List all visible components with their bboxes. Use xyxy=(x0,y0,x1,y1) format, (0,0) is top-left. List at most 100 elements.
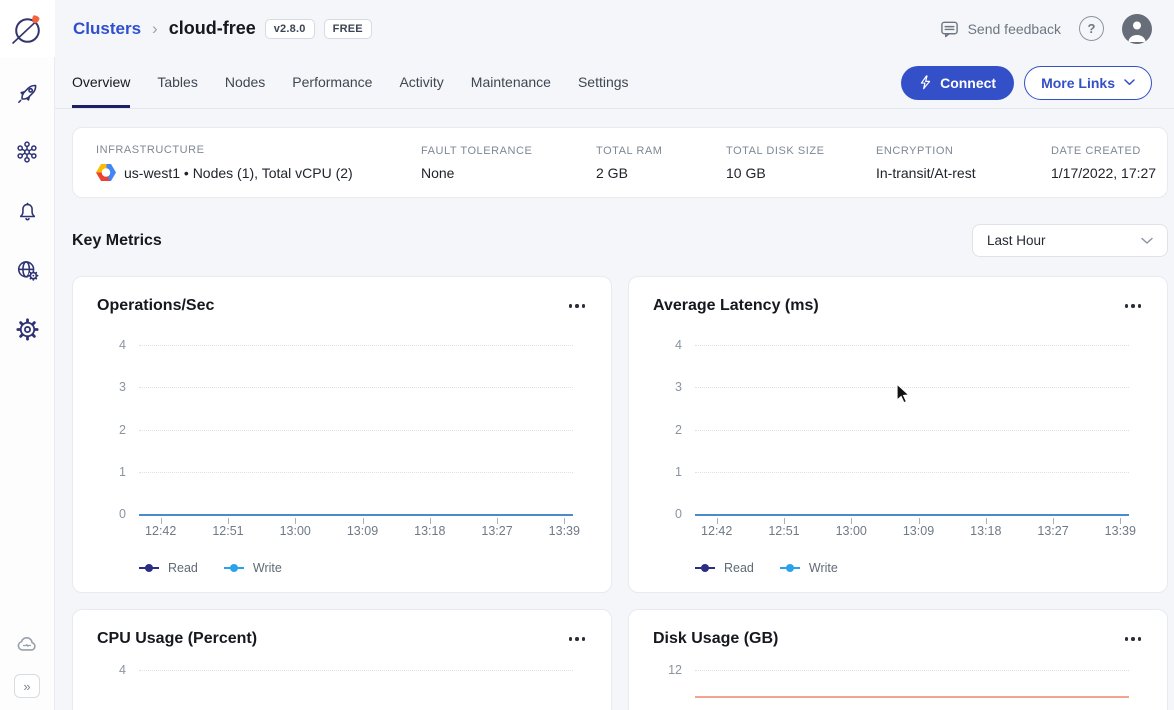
x-tick-label: 12:42 xyxy=(145,524,176,538)
sidebar-footer: » xyxy=(13,630,41,698)
info-label: ENCRYPTION xyxy=(876,145,1051,157)
info-value: In-transit/At-rest xyxy=(876,165,1051,181)
info-fault-tolerance: FAULT TOLERANCE None xyxy=(421,145,596,181)
gcp-logo-icon xyxy=(96,164,116,181)
info-value: 10 GB xyxy=(726,165,876,181)
read-series-marker xyxy=(139,567,159,569)
expand-sidebar-button[interactable]: » xyxy=(14,674,40,698)
y-tick: 1 xyxy=(675,465,682,479)
chart-title: CPU Usage (Percent) xyxy=(97,630,257,648)
avatar-button[interactable] xyxy=(1122,14,1152,44)
chart-card-operations: Operations/Sec 4 3 2 1 0 12:42 12:51 13:… xyxy=(72,276,612,593)
time-range-value: Last Hour xyxy=(987,233,1046,248)
info-label: FAULT TOLERANCE xyxy=(421,145,596,157)
info-date-created: DATE CREATED 1/17/2022, 17:27 xyxy=(1051,145,1156,181)
legend-label: Read xyxy=(168,561,198,575)
chart-card-disk: Disk Usage (GB) 12 xyxy=(628,609,1168,710)
planet-logo-icon xyxy=(9,11,45,47)
y-tick: 4 xyxy=(675,338,682,352)
legend-item-write[interactable]: Write xyxy=(780,561,838,575)
x-tick-label: 13:27 xyxy=(1037,524,1068,538)
info-label: TOTAL DISK SIZE xyxy=(726,145,876,157)
chart-plot: 4 xyxy=(139,670,573,710)
info-total-ram: TOTAL RAM 2 GB xyxy=(596,145,726,181)
tab-nodes[interactable]: Nodes xyxy=(225,57,265,108)
info-total-disk: TOTAL DISK SIZE 10 GB xyxy=(726,145,876,181)
x-axis-line xyxy=(695,514,1129,516)
chart-plot: 4 3 2 1 0 xyxy=(139,345,573,514)
sidebar-item-global-config[interactable] xyxy=(13,256,41,284)
info-encryption: ENCRYPTION In-transit/At-rest xyxy=(876,145,1051,181)
write-series-marker xyxy=(780,567,800,569)
info-value: None xyxy=(421,165,596,181)
legend-item-write[interactable]: Write xyxy=(224,561,282,575)
send-feedback-label: Send feedback xyxy=(968,21,1061,37)
legend-item-read[interactable]: Read xyxy=(695,561,754,575)
x-tick-label: 13:00 xyxy=(836,524,867,538)
y-tick: 1 xyxy=(119,465,126,479)
overview-content: INFRASTRUCTURE us-west1 • Nodes (1), Tot… xyxy=(55,109,1174,710)
rocket-icon xyxy=(15,81,40,106)
top-header: Clusters › cloud-free v2.8.0 FREE Send f… xyxy=(55,0,1174,57)
cluster-info-bar: INFRASTRUCTURE us-west1 • Nodes (1), Tot… xyxy=(72,127,1168,198)
cluster-name: cloud-free xyxy=(169,18,256,39)
sidebar-item-getting-started[interactable] xyxy=(13,79,41,107)
sidebar-item-settings[interactable] xyxy=(13,315,41,343)
read-series-marker xyxy=(695,567,715,569)
sidebar-item-cloud-status[interactable] xyxy=(13,630,41,658)
tab-overview[interactable]: Overview xyxy=(72,57,130,108)
sidebar: » xyxy=(0,0,55,710)
send-feedback-button[interactable]: Send feedback xyxy=(939,19,1061,38)
sidebar-item-notifications[interactable] xyxy=(13,197,41,225)
x-tick-label: 13:00 xyxy=(280,524,311,538)
connect-button[interactable]: Connect xyxy=(901,66,1014,100)
info-infrastructure: INFRASTRUCTURE us-west1 • Nodes (1), Tot… xyxy=(96,144,421,181)
tab-performance[interactable]: Performance xyxy=(292,57,372,108)
chart-menu-button[interactable] xyxy=(567,298,588,314)
chart-title: Disk Usage (GB) xyxy=(653,630,778,648)
chart-menu-button[interactable] xyxy=(1123,298,1144,314)
chart-menu-button[interactable] xyxy=(567,631,588,647)
key-metrics-title: Key Metrics xyxy=(72,232,162,250)
info-label: TOTAL RAM xyxy=(596,145,726,157)
tab-maintenance[interactable]: Maintenance xyxy=(471,57,551,108)
breadcrumb-separator: › xyxy=(152,19,158,39)
more-links-button[interactable]: More Links xyxy=(1024,66,1152,100)
version-badge: v2.8.0 xyxy=(265,19,315,39)
x-axis-labels: 12:42 12:51 13:00 13:09 13:18 13:27 13:3… xyxy=(695,524,1129,539)
chart-menu-button[interactable] xyxy=(1123,631,1144,647)
breadcrumb-clusters-link[interactable]: Clusters xyxy=(73,19,141,39)
disk-limit-line xyxy=(695,696,1129,698)
plan-badge: FREE xyxy=(324,19,372,39)
time-range-select[interactable]: Last Hour xyxy=(972,224,1168,257)
feedback-bubble-icon xyxy=(939,19,960,38)
cluster-tabbar: Overview Tables Nodes Performance Activi… xyxy=(55,57,1174,109)
chart-plot: 12 xyxy=(695,670,1129,710)
x-axis-labels: 12:42 12:51 13:00 13:09 13:18 13:27 13:3… xyxy=(139,524,573,539)
y-tick: 3 xyxy=(675,380,682,394)
x-axis-line xyxy=(139,514,573,516)
tab-tables[interactable]: Tables xyxy=(157,57,197,108)
legend-item-read[interactable]: Read xyxy=(139,561,198,575)
lightning-bolt-icon xyxy=(919,75,932,90)
chart-card-latency: Average Latency (ms) 4 3 2 1 0 12:42 12:… xyxy=(628,276,1168,593)
x-tick-label: 12:51 xyxy=(212,524,243,538)
chart-legend: Read Write xyxy=(695,561,1143,575)
x-tick-label: 13:09 xyxy=(347,524,378,538)
chevron-down-icon xyxy=(1141,237,1153,245)
info-label: INFRASTRUCTURE xyxy=(96,144,421,156)
x-tick-label: 13:18 xyxy=(970,524,1001,538)
info-value: 1/17/2022, 17:27 xyxy=(1051,165,1156,181)
chart-plot: 4 3 2 1 0 xyxy=(695,345,1129,514)
write-series-marker xyxy=(224,567,244,569)
y-tick: 12 xyxy=(668,663,682,677)
chart-title: Operations/Sec xyxy=(97,297,214,315)
tab-settings[interactable]: Settings xyxy=(578,57,629,108)
sidebar-item-clusters[interactable] xyxy=(13,138,41,166)
global-settings-icon xyxy=(14,257,41,284)
legend-label: Read xyxy=(724,561,754,575)
tab-activity[interactable]: Activity xyxy=(399,57,443,108)
help-button[interactable]: ? xyxy=(1079,16,1104,41)
x-tick-label: 13:18 xyxy=(414,524,445,538)
app-logo[interactable] xyxy=(0,0,55,57)
